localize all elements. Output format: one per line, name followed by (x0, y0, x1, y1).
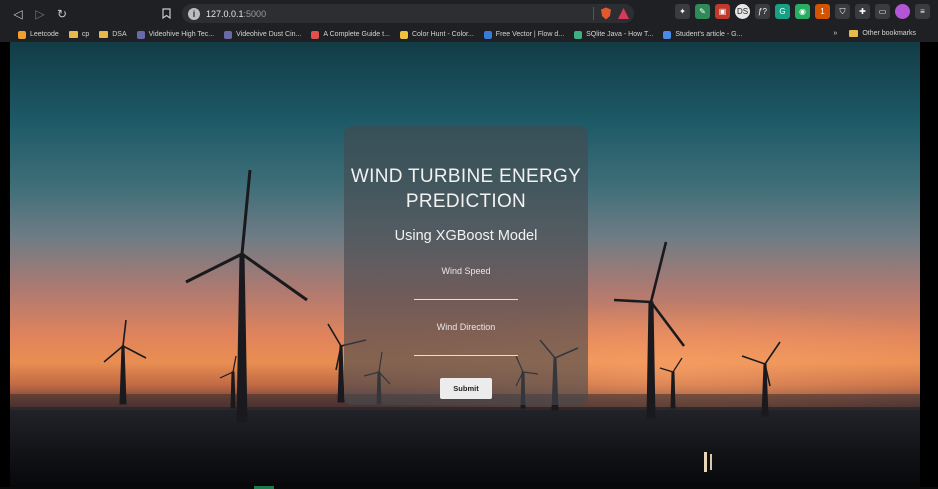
ext-shield-icon[interactable]: ⛉ (835, 4, 850, 19)
brave-shield-icon[interactable] (600, 7, 612, 20)
bookmark-label: Color Hunt - Color... (411, 31, 474, 38)
page-viewport: WIND TURBINE ENERGY PREDICTION Using XGB… (10, 42, 920, 487)
bookmarks-more-button[interactable]: » (833, 30, 837, 37)
puzzle-ext-icon[interactable]: ✦ (675, 4, 690, 19)
bookmark-label: SQlite Java - How T... (586, 31, 654, 38)
browser-toolbar: ◁ ▷ ↻ i 127.0.0.1:5000 ✦ ✎ ▣ DS ƒ? G ◉ 1 ⛉ ✚ ▭ ≡ (0, 0, 938, 27)
ext-green-icon[interactable]: ✎ (695, 4, 710, 19)
nav-group: ◁ ▷ ↻ (8, 4, 72, 24)
ext-fx-icon[interactable]: ƒ? (755, 4, 770, 19)
site-info-icon[interactable]: i (188, 7, 200, 20)
favicon-icon (18, 30, 26, 39)
bookmarks-bar: Leetcode cp DSA Videohive High Tec... Videoh… (0, 27, 938, 42)
bookmark-item[interactable]: DSA (99, 31, 127, 38)
prediction-form-card: WIND TURBINE ENERGY PREDICTION Using XGB… (344, 126, 588, 405)
other-bookmarks-folder[interactable]: Other bookmarks (849, 30, 916, 37)
wind-direction-field: Wind Direction (344, 322, 588, 356)
address-bar[interactable]: i 127.0.0.1:5000 (182, 4, 634, 23)
back-button[interactable]: ◁ (8, 4, 28, 24)
favicon-icon (311, 30, 320, 39)
favicon-icon (224, 30, 233, 39)
form-title: WIND TURBINE ENERGY PREDICTION (350, 166, 582, 212)
folder-icon (99, 31, 109, 38)
bookmark-item[interactable]: Leetcode (18, 30, 59, 39)
bookmark-label: Free Vector | Flow d... (495, 31, 565, 38)
wind-speed-input[interactable] (414, 284, 518, 300)
bookmark-label: Videohive Dust Cin... (236, 31, 302, 38)
forward-button[interactable]: ▷ (30, 4, 50, 24)
favicon-icon (574, 30, 583, 39)
wind-speed-field: Wind Speed (344, 266, 588, 300)
wind-direction-input[interactable] (414, 340, 518, 356)
bookmark-icon (161, 8, 171, 19)
menu-icon[interactable]: ≡ (915, 4, 930, 19)
reload-icon: ↻ (56, 6, 68, 21)
forward-arrow-icon: ▷ (35, 6, 45, 21)
wind-direction-label: Wind Direction (436, 322, 496, 332)
bookmark-item[interactable]: Videohive Dust Cin... (224, 30, 302, 39)
profile-avatar-icon[interactable] (895, 4, 910, 19)
bookmark-label: Leetcode (30, 31, 59, 38)
bookmark-item[interactable]: Color Hunt - Color... (399, 30, 474, 39)
bookmark-item[interactable]: Student's article - G... (663, 30, 743, 39)
bookmark-item[interactable]: SQlite Java - How T... (574, 30, 654, 39)
ext-profile-ds-icon[interactable]: DS (735, 4, 750, 19)
reload-button[interactable]: ↻ (52, 4, 72, 24)
extensions-bar: ✦ ✎ ▣ DS ƒ? G ◉ 1 ⛉ ✚ ▭ ≡ (675, 4, 930, 19)
form-subtitle: Using XGBoost Model (394, 228, 538, 244)
folder-icon (849, 30, 859, 37)
url-separator (593, 7, 594, 20)
bookmark-item[interactable]: cp (68, 31, 90, 38)
other-bookmarks-label: Other bookmarks (862, 30, 916, 37)
favicon-icon (483, 30, 492, 39)
bookmark-label: Videohive High Tec... (148, 31, 215, 38)
url-text[interactable]: 127.0.0.1:5000 (206, 9, 266, 19)
bookmark-label: Student's article - G... (675, 31, 743, 38)
extensions-puzzle-icon[interactable]: ✚ (855, 4, 870, 19)
folder-icon (68, 31, 78, 38)
favicon-icon (136, 30, 145, 39)
bookmark-item[interactable]: A Complete Guide t... (311, 30, 390, 39)
ext-red-icon[interactable]: ▣ (715, 4, 730, 19)
back-arrow-icon: ◁ (13, 6, 23, 21)
ext-grammarly-icon[interactable]: G (775, 4, 790, 19)
submit-button[interactable]: Submit (440, 378, 492, 399)
bookmark-label: A Complete Guide t... (323, 31, 390, 38)
favicon-icon (399, 30, 408, 39)
bookmark-label: cp (81, 31, 90, 38)
ext-lime-icon[interactable]: ◉ (795, 4, 810, 19)
bookmark-label: DSA (112, 31, 127, 38)
wallet-icon[interactable]: ▭ (875, 4, 890, 19)
bookmark-item[interactable]: Videohive High Tec... (136, 30, 215, 39)
favicon-icon (663, 30, 672, 39)
bookmark-page-button[interactable] (156, 4, 176, 24)
bookmark-item[interactable]: Free Vector | Flow d... (483, 30, 565, 39)
bookmarks-right: » Other bookmarks (833, 30, 926, 37)
brave-rewards-icon[interactable] (617, 7, 630, 20)
wind-speed-label: Wind Speed (441, 266, 491, 276)
ext-orange-icon[interactable]: 1 (815, 4, 830, 19)
